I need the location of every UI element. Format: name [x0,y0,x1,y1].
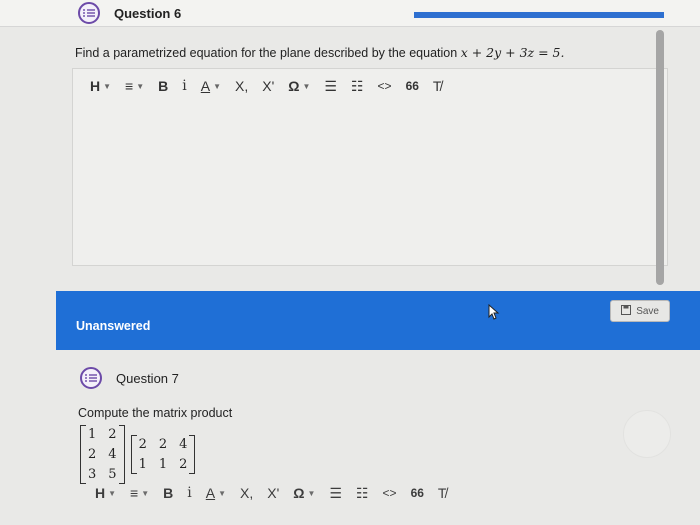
italic-button[interactable]: i [180,480,198,506]
chevron-down-icon: ▼ [213,81,222,91]
quote-icon: 66 [410,486,424,500]
bold-button[interactable]: B [156,480,180,506]
superscript-icon: X' [267,485,280,501]
omega-icon: Ω [293,485,305,501]
clear-format-button[interactable]: T̸ [426,73,449,99]
watermark-logo [623,410,671,458]
quote-button[interactable]: 66 [399,73,426,99]
clear-format-icon: T̸ [437,485,447,501]
chevron-down-icon: ▼ [141,488,150,498]
question-6-title: Question 6 [114,5,182,21]
quote-icon: 66 [405,79,419,93]
quote-button[interactable]: 66 [404,480,431,506]
subscript-icon: X, [240,485,254,501]
scrollbar[interactable] [656,30,664,285]
italic-button[interactable]: i [175,73,193,99]
heading-label: H [95,485,106,501]
chevron-down-icon: ▼ [108,488,117,498]
plane-equation: x + 2y + 3z = 5. [460,45,565,60]
code-button[interactable]: <> [371,73,399,99]
bullet-list-button[interactable]: ☷ [349,480,376,506]
chevron-down-icon: ▼ [307,488,316,498]
matrix-a: 122435 [80,425,125,484]
answer-text-area[interactable] [77,103,663,261]
question-list-icon [80,367,102,389]
font-color-icon: A [205,485,216,501]
align-icon: ≡ [125,78,134,94]
answer-status: Unanswered [76,319,151,333]
code-icon: <> [382,486,397,500]
answer-editor-q6[interactable]: H ▼ ≡ ▼ B i A ▼ X, X' Ω ▼ ☰ ☷ <> 66 T̸ [72,68,668,266]
bullet-list-icon: ☷ [355,484,369,501]
numbered-list-button[interactable]: ☰ [322,480,349,506]
code-button[interactable]: <> [376,480,404,506]
matrix-product: 122435 224112 [80,425,196,484]
font-color-icon: A [200,78,211,94]
italic-icon: i [187,485,192,501]
chevron-down-icon: ▼ [103,81,112,91]
matrix-cell: 1 [138,457,147,472]
align-button[interactable]: ≡ ▼ [118,73,151,99]
omega-icon: Ω [288,78,300,94]
editor-toolbar: H ▼ ≡ ▼ B i A ▼ X, X' Ω ▼ ☰ ☷ <> 66 T̸ [83,73,448,99]
mouse-cursor-icon [488,303,500,325]
numbered-list-button[interactable]: ☰ [317,73,344,99]
heading-button[interactable]: H ▼ [88,480,123,506]
bold-icon: B [158,78,169,94]
matrix-cell: 2 [108,427,117,442]
superscript-button[interactable]: X' [255,73,281,99]
matrix-b: 224112 [130,435,196,474]
question-list-icon [78,2,100,24]
subscript-icon: X, [235,78,249,94]
numbered-list-icon: ☰ [324,77,337,94]
subscript-button[interactable]: X, [228,73,255,99]
numbered-list-icon: ☰ [329,484,342,501]
special-chars-button[interactable]: Ω ▼ [281,73,317,99]
matrix-cell: 1 [158,457,168,472]
heading-label: H [90,78,101,94]
code-icon: <> [377,79,392,93]
clear-format-button[interactable]: T̸ [431,480,454,506]
question-6-prompt-text: Find a parametrized equation for the pla… [75,46,458,60]
chevron-down-icon: ▼ [302,81,311,91]
chevron-down-icon: ▼ [136,81,145,91]
heading-button[interactable]: H ▼ [83,73,118,99]
matrix-cell: 2 [158,437,168,452]
matrix-cell: 4 [179,437,188,452]
save-icon [621,304,632,318]
progress-bar [414,12,664,18]
superscript-icon: X' [262,78,275,94]
bold-icon: B [163,485,174,501]
matrix-cell: 2 [88,447,97,462]
matrix-cell: 2 [138,437,147,452]
clear-format-icon: T̸ [432,78,442,94]
editor-toolbar-q7: H ▼ ≡ ▼ B i A ▼ X, X' Ω ▼ ☰ ☷ <> 66 T̸ [88,480,453,506]
question-7-title: Question 7 [116,370,179,386]
font-color-button[interactable]: A ▼ [194,73,228,99]
italic-icon: i [182,78,187,94]
matrix-cell: 2 [179,457,188,472]
special-chars-button[interactable]: Ω ▼ [286,480,322,506]
bullet-list-icon: ☷ [350,77,364,94]
chevron-down-icon: ▼ [218,488,227,498]
matrix-cell: 1 [88,427,97,442]
save-button-label: Save [636,305,659,317]
question-7-header: Question 7 [80,367,179,389]
question-7-prompt: Compute the matrix product [78,406,233,420]
align-icon: ≡ [130,485,139,501]
superscript-button[interactable]: X' [260,480,286,506]
bold-button[interactable]: B [151,73,175,99]
status-bar: Unanswered Save [56,291,700,350]
subscript-button[interactable]: X, [233,480,260,506]
question-6-header: Question 6 [78,2,181,24]
matrix-cell: 4 [108,447,117,462]
align-button[interactable]: ≡ ▼ [123,480,156,506]
font-color-button[interactable]: A ▼ [199,480,233,506]
bullet-list-button[interactable]: ☷ [344,73,371,99]
question-6-prompt: Find a parametrized equation for the pla… [75,45,564,60]
save-button[interactable]: Save [610,300,670,322]
